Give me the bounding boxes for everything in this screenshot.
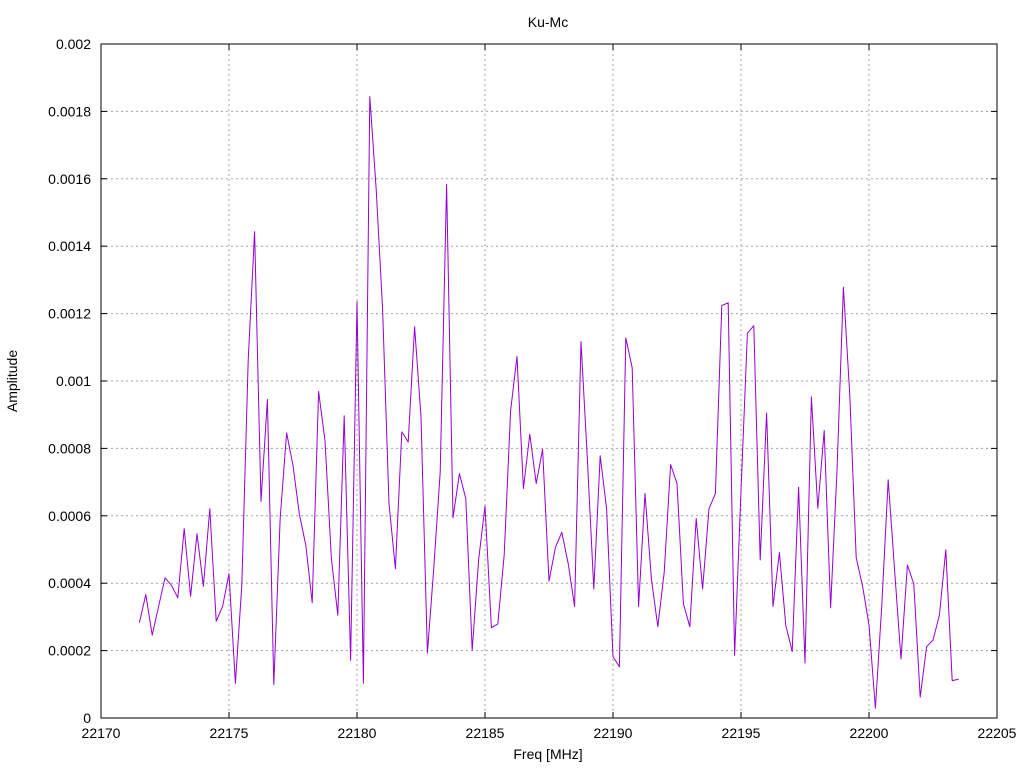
x-tick-label: 22190 <box>594 725 633 741</box>
x-tick-label: 22205 <box>978 725 1017 741</box>
chart-title: Ku-Mc <box>528 14 568 30</box>
y-tick-label: 0.0014 <box>48 238 91 254</box>
x-tick-label: 22200 <box>850 725 889 741</box>
x-axis-label: Freq [MHz] <box>513 746 582 762</box>
y-tick-label: 0 <box>83 710 91 726</box>
y-tick-label: 0.0018 <box>48 103 91 119</box>
y-tick-label: 0.0002 <box>48 643 91 659</box>
y-tick-label: 0.0012 <box>48 306 91 322</box>
y-tick-label: 0.0008 <box>48 440 91 456</box>
y-tick-label: 0.0004 <box>48 575 91 591</box>
x-tick-label: 22175 <box>210 725 249 741</box>
chart-background <box>0 0 1024 768</box>
chart: 22170 22175 22180 22185 22190 22195 22200 22205… <box>0 0 1024 768</box>
y-tick-label: 0.0016 <box>48 171 91 187</box>
y-tick-label: 0.0006 <box>48 508 91 524</box>
y-tick-label: 0.002 <box>56 36 91 52</box>
x-tick-label: 22195 <box>722 725 761 741</box>
y-axis-label: Amplitude <box>4 350 20 412</box>
x-tick-label: 22185 <box>466 725 505 741</box>
x-tick-label: 22170 <box>82 725 121 741</box>
x-tick-label: 22180 <box>338 725 377 741</box>
y-tick-label: 0.001 <box>56 373 91 389</box>
